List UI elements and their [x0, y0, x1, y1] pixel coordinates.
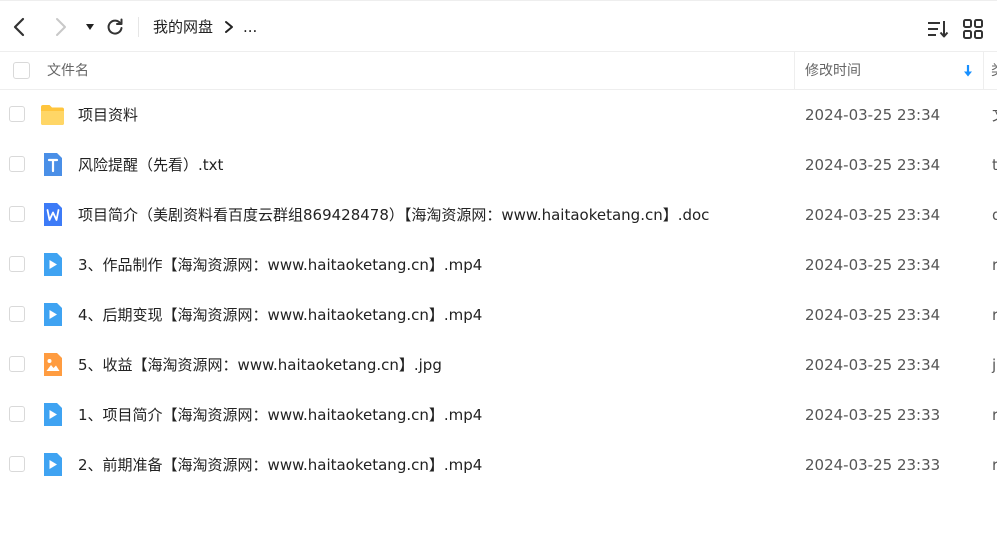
- back-button[interactable]: [8, 15, 32, 39]
- sort-icon: [928, 21, 949, 38]
- file-type: j: [992, 356, 997, 374]
- file-type: r: [992, 406, 997, 424]
- breadcrumb-root[interactable]: 我的网盘: [153, 17, 213, 37]
- forward-button[interactable]: [48, 15, 72, 39]
- file-row[interactable]: 风险提醒（先看）.txt 2024-03-25 23:34 t: [0, 140, 997, 190]
- file-name: 项目简介（美剧资料看百度云群组869428478）【海淘资源网：www.hait…: [78, 206, 710, 224]
- sort-button[interactable]: [926, 18, 950, 40]
- file-row[interactable]: 2、前期准备【海淘资源网：www.haitaoketang.cn】.mp4 20…: [0, 440, 997, 490]
- file-modified-time: 2024-03-25 23:34: [805, 256, 941, 274]
- file-modified-time: 2024-03-25 23:33: [805, 406, 941, 424]
- file-type: t: [992, 156, 997, 174]
- column-divider[interactable]: [983, 52, 984, 89]
- file-name: 2、前期准备【海淘资源网：www.haitaoketang.cn】.mp4: [78, 456, 483, 474]
- chevron-left-icon: [13, 17, 25, 37]
- file-row[interactable]: 5、收益【海淘资源网：www.haitaoketang.cn】.jpg 2024…: [0, 340, 997, 390]
- file-type: r: [992, 306, 997, 324]
- breadcrumb-chevron-icon: [225, 21, 233, 33]
- file-list-header: 文件名 修改时间 类: [0, 52, 997, 90]
- row-checkbox[interactable]: [9, 456, 25, 472]
- file-type: d: [992, 206, 997, 224]
- select-all-checkbox[interactable]: [13, 62, 30, 79]
- video-file-icon: [44, 253, 62, 276]
- file-row[interactable]: 3、作品制作【海淘资源网：www.haitaoketang.cn】.mp4 20…: [0, 240, 997, 290]
- video-file-icon: [44, 303, 62, 326]
- folder-icon: [41, 105, 64, 125]
- breadcrumb-more[interactable]: ...: [243, 17, 257, 37]
- row-checkbox[interactable]: [9, 106, 25, 122]
- file-modified-time: 2024-03-25 23:34: [805, 156, 941, 174]
- row-checkbox[interactable]: [9, 406, 25, 422]
- file-row[interactable]: 项目资料 2024-03-25 23:34 文: [0, 90, 997, 140]
- file-modified-time: 2024-03-25 23:34: [805, 356, 941, 374]
- column-divider[interactable]: [794, 52, 795, 89]
- file-name: 5、收益【海淘资源网：www.haitaoketang.cn】.jpg: [78, 356, 442, 374]
- file-modified-time: 2024-03-25 23:34: [805, 306, 941, 324]
- column-header-name[interactable]: 文件名: [47, 62, 89, 80]
- file-name: 4、后期变现【海淘资源网：www.haitaoketang.cn】.mp4: [78, 306, 483, 324]
- chevron-right-icon: [56, 18, 66, 36]
- text-file-icon: [44, 153, 62, 176]
- grid-view-icon: [963, 19, 983, 39]
- file-row[interactable]: 项目简介（美剧资料看百度云群组869428478）【海淘资源网：www.hait…: [0, 190, 997, 240]
- column-header-modified-time[interactable]: 修改时间: [805, 62, 861, 80]
- row-checkbox[interactable]: [9, 206, 25, 222]
- grid-view-button[interactable]: [962, 18, 984, 40]
- file-browser: 我的网盘 ... 文件名 修改时间 项目资料 2024-03-25 23:34 …: [0, 0, 997, 542]
- toolbar-divider: [138, 17, 139, 37]
- file-name: 风险提醒（先看）.txt: [78, 156, 224, 174]
- file-row[interactable]: 4、后期变现【海淘资源网：www.haitaoketang.cn】.mp4 20…: [0, 290, 997, 340]
- image-file-icon: [44, 353, 62, 376]
- word-file-icon: [44, 203, 62, 226]
- file-type: r: [992, 256, 997, 274]
- file-name: 项目资料: [78, 106, 139, 124]
- file-modified-time: 2024-03-25 23:33: [805, 456, 941, 474]
- column-header-type[interactable]: 类: [991, 62, 997, 80]
- file-type: 文: [992, 105, 997, 125]
- file-name: 3、作品制作【海淘资源网：www.haitaoketang.cn】.mp4: [78, 256, 483, 274]
- history-dropdown-button[interactable]: [78, 15, 102, 39]
- sort-descending-icon[interactable]: [962, 64, 974, 78]
- refresh-icon: [107, 18, 123, 35]
- file-type: r: [992, 456, 997, 474]
- video-file-icon: [44, 453, 62, 476]
- file-modified-time: 2024-03-25 23:34: [805, 106, 941, 124]
- caret-down-icon: [86, 24, 94, 30]
- file-name: 1、项目简介【海淘资源网：www.haitaoketang.cn】.mp4: [78, 406, 483, 424]
- video-file-icon: [44, 403, 62, 426]
- row-checkbox[interactable]: [9, 356, 25, 372]
- toolbar: 我的网盘 ...: [0, 0, 997, 52]
- row-checkbox[interactable]: [9, 306, 25, 322]
- row-checkbox[interactable]: [9, 256, 25, 272]
- row-checkbox[interactable]: [9, 156, 25, 172]
- file-modified-time: 2024-03-25 23:34: [805, 206, 941, 224]
- refresh-button[interactable]: [103, 15, 127, 39]
- file-row[interactable]: 1、项目简介【海淘资源网：www.haitaoketang.cn】.mp4 20…: [0, 390, 997, 440]
